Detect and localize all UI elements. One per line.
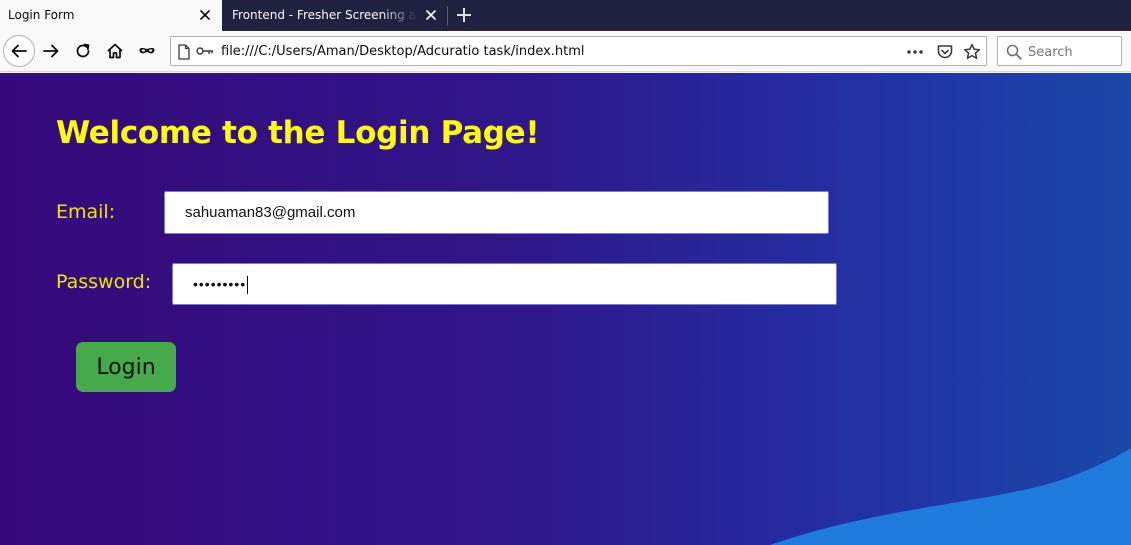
forward-button[interactable] xyxy=(37,37,65,65)
more-dots-icon[interactable] xyxy=(906,44,924,60)
url-text[interactable]: file:///C:/Users/Aman/Desktop/Adcuratio … xyxy=(221,44,585,59)
forward-arrow-icon xyxy=(43,44,59,58)
page-title: Welcome to the Login Page! xyxy=(56,115,540,151)
page-icon[interactable] xyxy=(177,44,191,60)
plus-icon[interactable] xyxy=(453,4,475,26)
search-icon xyxy=(1006,44,1022,60)
star-icon[interactable] xyxy=(963,43,981,61)
password-value: ••••••••• xyxy=(193,276,247,292)
tab-strip: Login Form Frontend - Fresher Screening … xyxy=(0,0,1131,31)
reload-button[interactable] xyxy=(69,37,97,65)
email-label: Email: xyxy=(56,201,116,223)
private-browsing-button[interactable] xyxy=(133,37,161,65)
password-label: Password: xyxy=(56,271,152,293)
url-bar[interactable]: file:///C:/Users/Aman/Desktop/Adcuratio … xyxy=(170,36,987,66)
tab-title: Login Form xyxy=(8,8,75,22)
search-placeholder: Search xyxy=(1028,45,1073,60)
pocket-icon[interactable] xyxy=(936,43,954,61)
text-caret xyxy=(247,276,249,295)
key-icon[interactable] xyxy=(196,45,214,57)
home-icon xyxy=(107,43,123,59)
nav-toolbar: file:///C:/Users/Aman/Desktop/Adcuratio … xyxy=(0,31,1131,72)
home-button[interactable] xyxy=(101,37,129,65)
back-arrow-icon xyxy=(11,44,27,58)
email-field[interactable]: sahuaman83@gmail.com xyxy=(164,191,829,234)
close-icon[interactable] xyxy=(197,7,213,23)
search-bar[interactable]: Search xyxy=(997,36,1122,66)
tab-title: Frontend - Fresher Screening assignment xyxy=(232,8,418,22)
password-field[interactable]: ••••••••• xyxy=(172,263,837,305)
tab-separator xyxy=(447,6,448,26)
tab-login-form[interactable]: Login Form xyxy=(0,0,222,31)
close-icon[interactable] xyxy=(423,7,439,23)
email-value: sahuaman83@gmail.com xyxy=(185,204,356,221)
back-button[interactable] xyxy=(3,35,35,67)
tab-frontend-assignment[interactable]: Frontend - Fresher Screening assignment xyxy=(222,0,448,31)
login-page: Welcome to the Login Page! Email: sahuam… xyxy=(0,73,1131,545)
login-button[interactable]: Login xyxy=(76,342,176,392)
mask-icon xyxy=(139,47,155,54)
reload-icon xyxy=(76,43,90,58)
